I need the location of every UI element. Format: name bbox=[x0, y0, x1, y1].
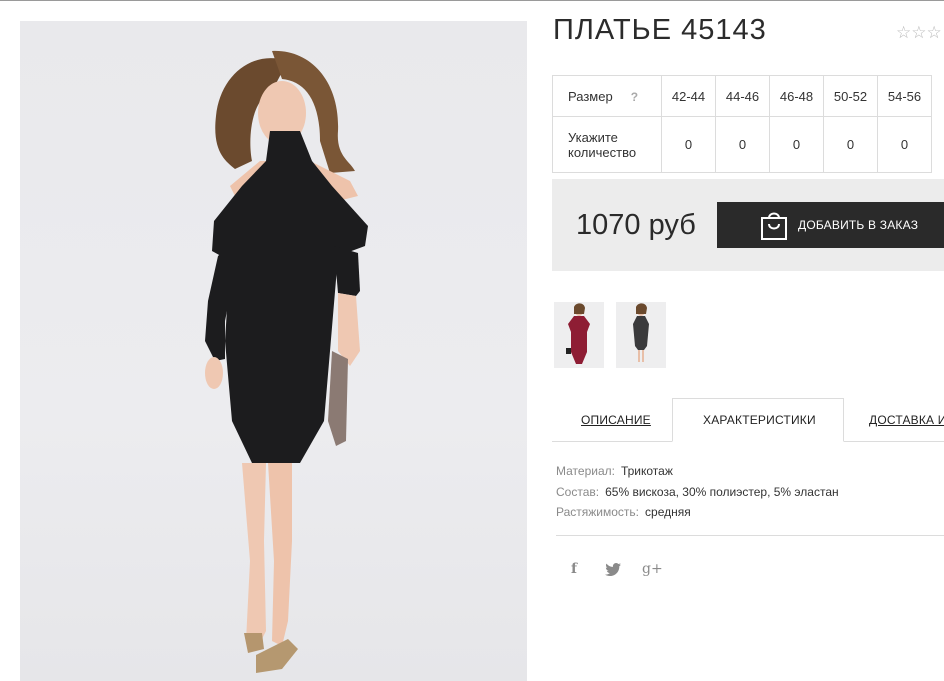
googleplus-icon[interactable]: g+ bbox=[642, 561, 663, 577]
size-header-cell: Размер? bbox=[552, 75, 662, 117]
quantity-label: Укажите количество bbox=[552, 116, 662, 173]
top-divider bbox=[0, 0, 944, 1]
add-to-order-label: ДОБАВИТЬ В ЗАКАЗ bbox=[798, 218, 919, 232]
thumbnail-red-dress[interactable] bbox=[554, 302, 604, 368]
characteristic-key: Растяжимость: bbox=[556, 505, 640, 519]
thumbnail-grey-image bbox=[616, 302, 666, 368]
tab-characteristics[interactable]: ХАРАКТЕРИСТИКИ bbox=[703, 413, 816, 427]
tab-description[interactable]: ОПИСАНИЕ bbox=[581, 413, 651, 427]
thumbnail-grey-dress[interactable] bbox=[616, 302, 666, 368]
tab-delivery[interactable]: ДОСТАВКА И bbox=[869, 413, 944, 427]
main-product-image[interactable] bbox=[20, 21, 527, 681]
quantity-row: Укажите количество 0 0 0 0 0 bbox=[552, 116, 932, 173]
characteristic-key: Материал: bbox=[556, 464, 615, 478]
thumbnail-red-image bbox=[554, 302, 604, 368]
price: 1070 руб bbox=[576, 209, 696, 241]
twitter-icon[interactable] bbox=[605, 563, 621, 579]
quantity-input[interactable]: 0 bbox=[877, 116, 932, 173]
characteristic-value: 65% вискоза, 30% полиэстер, 5% эластан bbox=[605, 484, 839, 499]
add-to-order-button[interactable]: ДОБАВИТЬ В ЗАКАЗ bbox=[717, 202, 944, 248]
size-column: 46-48 bbox=[769, 75, 824, 117]
characteristic-value: Трикотаж bbox=[620, 464, 673, 478]
facebook-icon[interactable]: f bbox=[571, 561, 577, 577]
size-label: Размер bbox=[568, 88, 613, 104]
size-header-row: Размер? 42-44 44-46 46-48 50-52 54-56 bbox=[552, 75, 932, 117]
size-table: Размер? 42-44 44-46 46-48 50-52 54-56 Ук… bbox=[552, 75, 932, 173]
characteristic-row: Растяжимость: средняя bbox=[556, 502, 839, 523]
characteristic-key: Состав: bbox=[556, 484, 600, 499]
size-column: 50-52 bbox=[823, 75, 878, 117]
size-column: 54-56 bbox=[877, 75, 932, 117]
size-column: 44-46 bbox=[715, 75, 770, 117]
quantity-input[interactable]: 0 bbox=[661, 116, 716, 173]
characteristic-row: Материал: Трикотаж bbox=[556, 461, 839, 482]
size-help-icon[interactable]: ? bbox=[631, 90, 638, 104]
characteristics-divider bbox=[556, 535, 944, 536]
product-title: ПЛАТЬЕ 45143 bbox=[553, 14, 767, 46]
characteristics-list: Материал: Трикотаж Состав: 65% вискоза, 30… bbox=[556, 461, 839, 523]
price-box: 1070 руб ДОБАВИТЬ В ЗАКАЗ bbox=[552, 179, 944, 271]
quantity-input[interactable]: 0 bbox=[715, 116, 770, 173]
quantity-input[interactable]: 0 bbox=[823, 116, 878, 173]
shopping-bag-icon bbox=[760, 209, 788, 244]
quantity-input[interactable]: 0 bbox=[769, 116, 824, 173]
characteristic-row: Состав: 65% вискоза, 30% полиэстер, 5% эл… bbox=[556, 482, 839, 503]
characteristic-value: средняя bbox=[645, 505, 691, 519]
model-illustration bbox=[205, 50, 368, 673]
rating-stars[interactable]: ☆☆☆ bbox=[896, 23, 942, 43]
size-column: 42-44 bbox=[661, 75, 716, 117]
